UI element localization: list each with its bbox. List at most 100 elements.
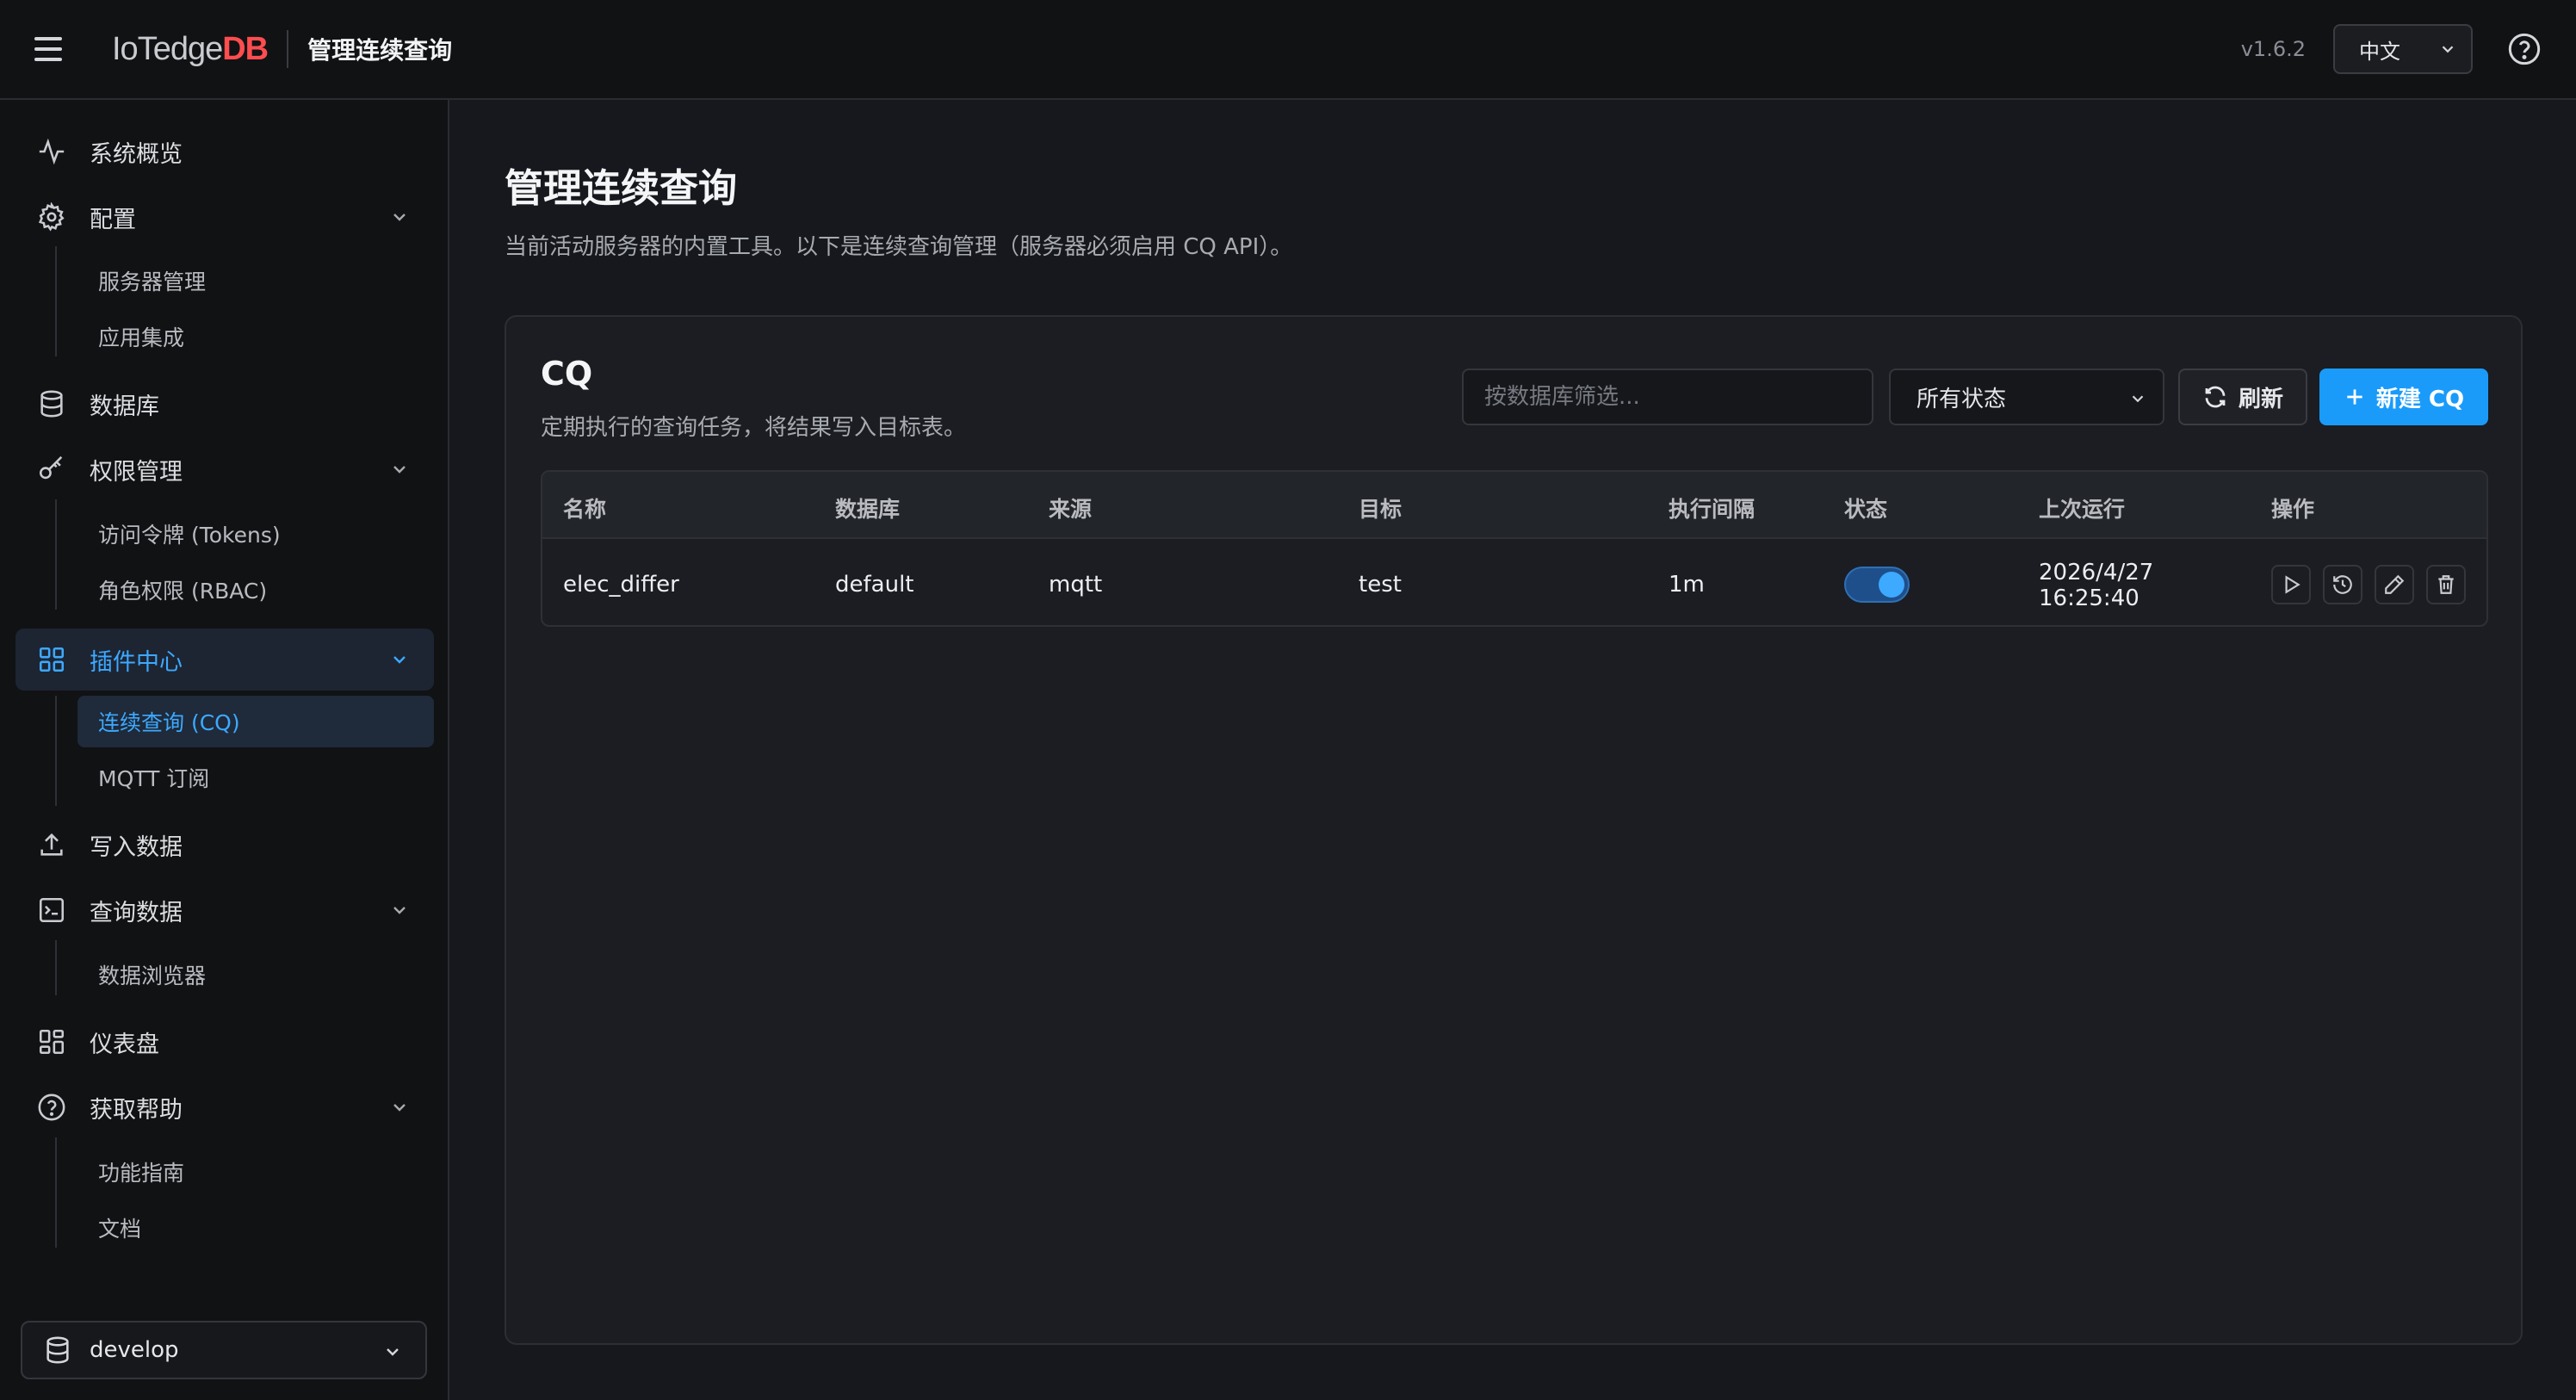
column-header-status: 状态 <box>1844 497 1888 522</box>
history-button[interactable] <box>2323 565 2362 604</box>
upload-icon <box>36 829 67 860</box>
gear-icon <box>36 201 67 232</box>
top-bar: IoTedgeDB 管理连续查询 v1.6.2 中文 <box>0 0 2576 100</box>
database-select[interactable]: develop <box>21 1321 427 1379</box>
terminal-icon <box>36 895 67 926</box>
cell-source: mqtt <box>1049 572 1103 598</box>
sidebar: 系统概览 配置 服务器管理 应用集成 数据库 权限管理 访问令牌 (Tokens… <box>0 100 449 1400</box>
brand-divider <box>287 30 289 68</box>
table-header: 名称 数据库 来源 目标 执行间隔 状态 上次运行 操作 <box>542 472 2486 539</box>
column-header-source: 来源 <box>1049 497 1093 522</box>
chevron-down-icon <box>387 1348 399 1356</box>
delete-button[interactable] <box>2426 565 2466 604</box>
submenu-line <box>55 1137 57 1248</box>
submenu-line <box>55 940 57 995</box>
dashboard-icon <box>36 1026 67 1057</box>
chevron-down-icon <box>393 656 406 664</box>
language-value: 中文 <box>2359 39 2400 64</box>
sidebar-item-help[interactable]: 获取帮助 <box>15 1079 434 1136</box>
grid-icon <box>36 644 67 675</box>
column-header-database: 数据库 <box>835 497 901 522</box>
status-filter-value: 所有状态 <box>1917 386 2007 412</box>
cell-database: default <box>835 572 914 598</box>
sidebar-subitem-docs[interactable]: 文档 <box>77 1202 434 1254</box>
help-icon[interactable] <box>2507 32 2542 66</box>
cell-interval: 1m <box>1669 572 1705 598</box>
sidebar-item-database[interactable]: 数据库 <box>15 375 434 432</box>
play-icon <box>2285 575 2300 594</box>
pencil-icon <box>2385 574 2405 594</box>
cq-table: 名称 数据库 来源 目标 执行间隔 状态 上次运行 操作 elec_differ… <box>541 470 2488 627</box>
sidebar-item-label: 查询数据 <box>90 899 183 926</box>
chevron-down-icon <box>393 214 406 221</box>
status-filter-select[interactable]: 所有状态 <box>1889 369 2164 425</box>
submenu-line <box>55 246 57 356</box>
chevron-down-icon <box>2442 46 2454 53</box>
new-cq-button-label: 新建 CQ <box>2375 386 2465 412</box>
hamburger-menu-icon[interactable] <box>34 32 69 66</box>
chevron-down-icon <box>393 466 406 474</box>
cell-target: test <box>1359 572 1402 598</box>
cq-card: CQ 定期执行的查询任务，将结果写入目标表。 所有状态 刷新 新建 CQ 名称 … <box>505 315 2523 1345</box>
cell-name: elec_differ <box>563 572 679 598</box>
page-title: 管理连续查询 <box>505 165 738 211</box>
submenu-line <box>55 696 57 806</box>
sidebar-subitem-rbac[interactable]: 角色权限 (RBAC) <box>77 564 434 616</box>
status-toggle[interactable] <box>1844 567 1910 603</box>
sidebar-item-label: 权限管理 <box>90 458 183 486</box>
sidebar-item-query-data[interactable]: 查询数据 <box>15 882 434 938</box>
sidebar-item-dashboard[interactable]: 仪表盘 <box>15 1013 434 1070</box>
column-header-name: 名称 <box>563 497 607 522</box>
sidebar-item-config[interactable]: 配置 <box>15 189 434 245</box>
sidebar-item-label: 仪表盘 <box>90 1031 159 1058</box>
table-row: elec_differ default mqtt test 1m 2026/4/… <box>542 541 2486 625</box>
refresh-button[interactable]: 刷新 <box>2178 369 2307 425</box>
card-subtitle: 定期执行的查询任务，将结果写入目标表。 <box>541 415 967 441</box>
chevron-down-icon <box>393 907 406 914</box>
last-run-date: 2026/4/27 <box>2039 560 2154 585</box>
sidebar-subitem-tokens[interactable]: 访问令牌 (Tokens) <box>77 508 434 560</box>
sidebar-subitem-app-integration[interactable]: 应用集成 <box>77 311 434 362</box>
sidebar-subitem-data-browser[interactable]: 数据浏览器 <box>77 949 434 1000</box>
version-label: v1.6.2 <box>2240 37 2306 61</box>
run-button[interactable] <box>2271 565 2311 604</box>
card-title: CQ <box>541 355 593 393</box>
sidebar-item-label: 配置 <box>90 206 136 233</box>
sidebar-item-write-data[interactable]: 写入数据 <box>15 816 434 873</box>
refresh-button-label: 刷新 <box>2238 386 2283 412</box>
sidebar-item-label: 数据库 <box>90 393 159 420</box>
submenu-line <box>55 499 57 610</box>
new-cq-button[interactable]: 新建 CQ <box>2319 369 2488 425</box>
language-select[interactable]: 中文 <box>2333 24 2473 74</box>
column-header-target: 目标 <box>1359 497 1403 522</box>
database-icon <box>46 1336 69 1364</box>
cell-last-run: 2026/4/27 16:25:40 <box>2039 560 2153 611</box>
sidebar-item-label: 写入数据 <box>90 833 183 861</box>
database-filter-input[interactable] <box>1462 369 1873 425</box>
page-description: 当前活动服务器的内置工具。以下是连续查询管理（服务器必须启用 CQ API）。 <box>505 234 1293 260</box>
database-select-value: develop <box>90 1337 179 1363</box>
sidebar-subitem-mqtt[interactable]: MQTT 订阅 <box>77 752 434 803</box>
column-header-actions: 操作 <box>2271 497 2315 522</box>
trash-icon <box>2438 575 2454 594</box>
sidebar-item-overview[interactable]: 系统概览 <box>15 123 434 180</box>
app-title: 管理连续查询 <box>307 36 453 65</box>
edit-button[interactable] <box>2375 565 2414 604</box>
sidebar-subitem-guide[interactable]: 功能指南 <box>77 1146 434 1198</box>
brand-logo: IoTedgeDB <box>112 30 269 67</box>
column-header-interval: 执行间隔 <box>1669 497 1756 522</box>
sidebar-item-label: 系统概览 <box>90 140 183 168</box>
sidebar-subitem-server-management[interactable]: 服务器管理 <box>77 255 434 307</box>
database-icon <box>36 388 67 419</box>
sidebar-item-label: 插件中心 <box>90 648 183 676</box>
sidebar-item-permissions[interactable]: 权限管理 <box>15 441 434 498</box>
sidebar-subitem-continuous-query[interactable]: 连续查询 (CQ) <box>77 696 434 747</box>
key-icon <box>36 454 67 485</box>
column-header-last-run: 上次运行 <box>2039 497 2126 522</box>
last-run-time: 16:25:40 <box>2039 585 2139 611</box>
history-icon <box>2333 575 2352 594</box>
sidebar-item-label: 获取帮助 <box>90 1096 183 1124</box>
activity-icon <box>36 136 67 167</box>
sidebar-item-plugin-center[interactable]: 插件中心 <box>15 629 434 691</box>
plus-icon <box>2347 389 2362 405</box>
